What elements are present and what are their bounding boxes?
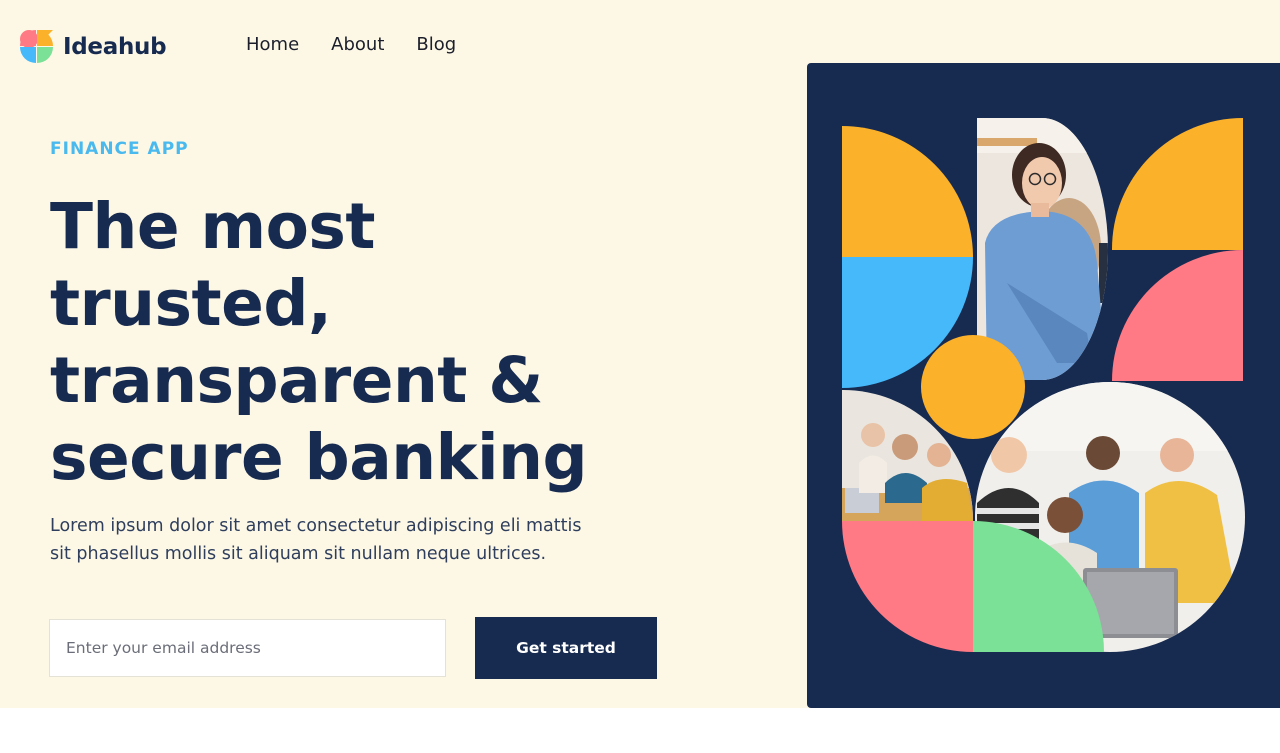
- yellow-quarter-shape: [1111, 117, 1243, 250]
- nav-link-about[interactable]: About: [331, 34, 384, 55]
- headline-line: trusted,: [50, 267, 332, 340]
- hero-headline: The most trusted, transparent & secure b…: [50, 188, 630, 496]
- ideahub-logo-icon: [20, 30, 53, 63]
- illustration-graphic: [842, 117, 1245, 652]
- email-input[interactable]: [49, 619, 446, 677]
- description-line: sit phasellus mollis sit aliquam sit nul…: [50, 544, 547, 564]
- brand-logo[interactable]: Ideahub: [20, 30, 167, 63]
- pink-quarter-shape: [1112, 250, 1243, 381]
- description-line: Lorem ipsum dolor sit amet consectetur a…: [50, 516, 582, 536]
- headline-line: transparent &: [50, 344, 543, 417]
- yellow-circle-shape: [921, 335, 1025, 439]
- hero-section: Ideahub Home About Blog FINANCE APP The …: [0, 0, 1280, 708]
- get-started-button[interactable]: Get started: [475, 617, 657, 679]
- nav-link-home[interactable]: Home: [246, 34, 299, 55]
- headline-line: The most: [50, 190, 376, 263]
- hero-description: Lorem ipsum dolor sit amet consectetur a…: [50, 512, 610, 568]
- pink-quarter-shape: [842, 521, 973, 652]
- hero-illustration: [807, 63, 1280, 708]
- hero-eyebrow: FINANCE APP: [50, 139, 189, 159]
- headline-line: secure banking: [50, 421, 588, 494]
- yellow-quarter-shape: [842, 126, 973, 257]
- main-nav: Home About Blog: [246, 34, 456, 55]
- nav-link-blog[interactable]: Blog: [416, 34, 456, 55]
- brand-name: Ideahub: [63, 33, 167, 60]
